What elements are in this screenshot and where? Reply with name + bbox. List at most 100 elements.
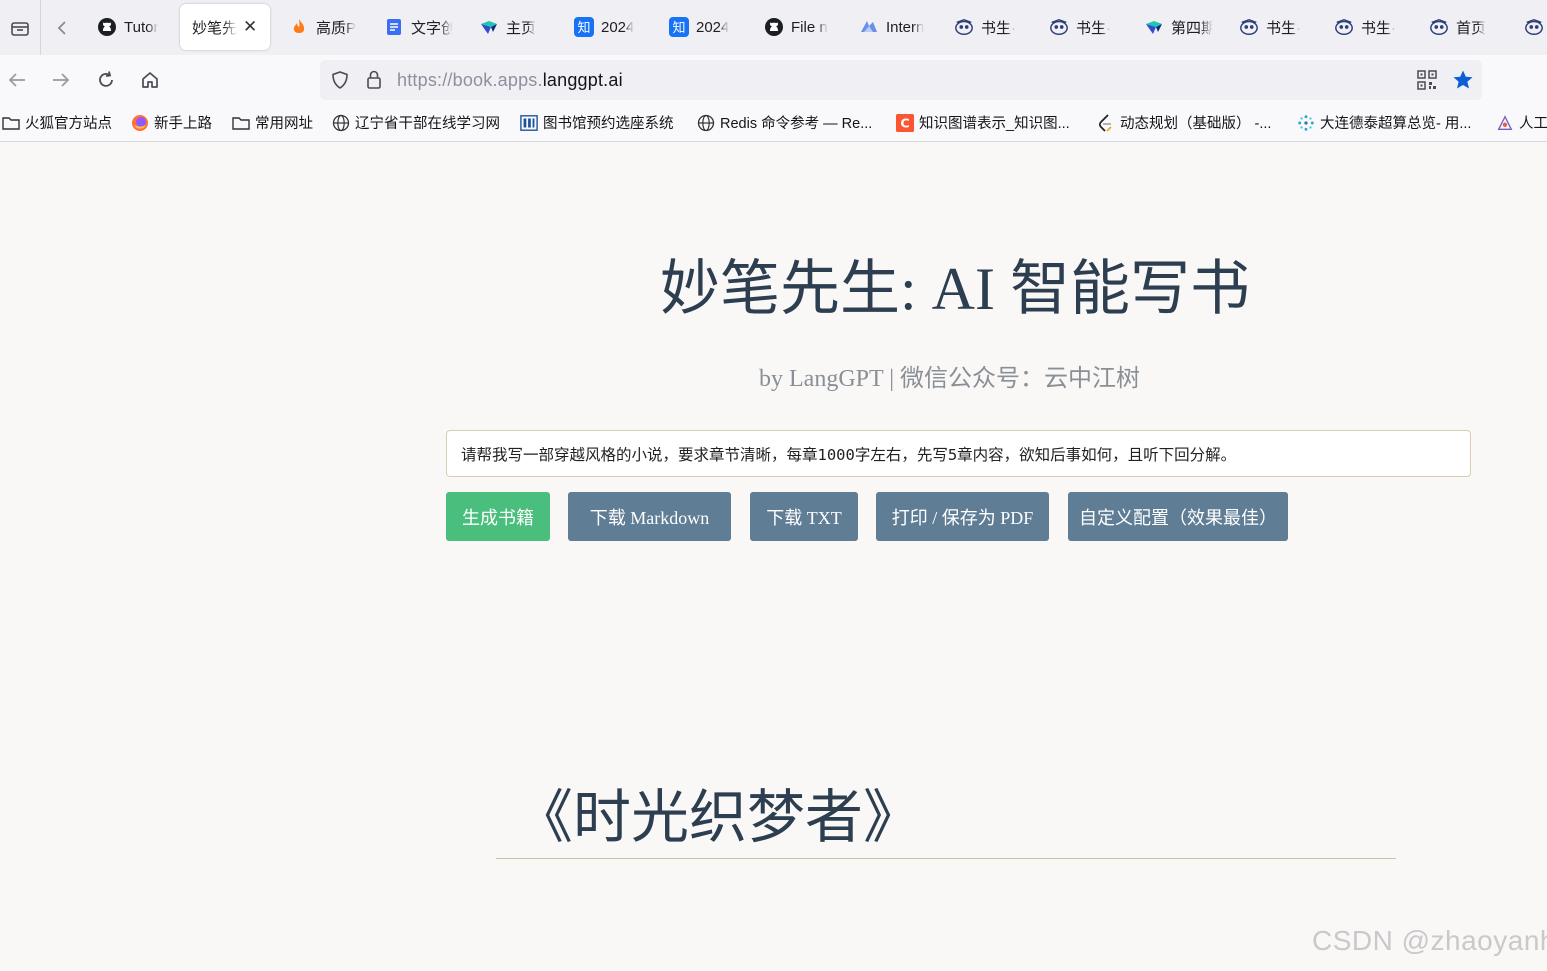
bookmark-knowledge-graph[interactable]: C 知识图谱表示_知识图...	[896, 112, 1070, 133]
svg-text:知: 知	[577, 20, 590, 36]
leetcode-icon	[1097, 113, 1115, 132]
bookmark-common-sites[interactable]: 常用网址	[232, 112, 313, 133]
doc-icon	[384, 17, 404, 37]
tab-miaobi-active[interactable]: 妙笔先 ✕	[180, 4, 270, 50]
github-icon	[97, 17, 117, 37]
url-text[interactable]: https://book.apps.langgpt.ai	[397, 70, 623, 91]
page-title: 妙笔先生: AI 智能写书	[660, 256, 1250, 322]
arrow-left-icon	[8, 73, 25, 87]
firefox-icon	[131, 114, 149, 132]
download-markdown-button[interactable]: 下载 Markdown	[568, 492, 731, 541]
download-txt-button[interactable]: 下载 TXT	[750, 492, 858, 541]
close-tab-icon[interactable]: ✕	[243, 17, 257, 37]
csdn-icon: C	[896, 113, 914, 132]
arrow-right-icon	[53, 73, 70, 87]
prompt-input[interactable]: 请帮我写一部穿越风格的小说，要求章节清晰，每章1000字左右，先写5章内容，欲知…	[446, 430, 1471, 477]
globe-icon	[332, 114, 350, 132]
library-icon	[520, 114, 538, 132]
book-title: 《时光织梦者》	[515, 785, 922, 850]
owl-icon	[1049, 17, 1069, 37]
tab-label: 主页	[506, 19, 537, 37]
tab-label: 首页	[1456, 19, 1487, 37]
zhihu-icon: 知	[669, 17, 689, 37]
reload-button[interactable]	[91, 65, 121, 95]
tab-label: 书生·	[1361, 19, 1396, 37]
home-button[interactable]	[135, 65, 165, 95]
github-icon	[764, 17, 784, 37]
tab-scroll-left-button[interactable]	[44, 0, 80, 55]
tab-label: 书生·	[981, 19, 1016, 37]
dots-icon	[1297, 114, 1315, 132]
tab-label: 妙笔先	[192, 19, 238, 37]
bookmark-label: 大连德泰超算总览- 用...	[1320, 116, 1472, 132]
tab-label: 2024	[696, 18, 730, 36]
tab-list-icon	[11, 21, 29, 36]
bookmark-dalian-supercomputing[interactable]: 大连德泰超算总览- 用...	[1297, 112, 1471, 133]
bookmark-ai[interactable]: 人工	[1496, 112, 1547, 133]
tab-label: 2024	[601, 18, 635, 36]
bookmark-label: 火狐官方站点	[25, 116, 112, 132]
url-prefix: https://book.apps.	[397, 70, 543, 90]
title-divider	[496, 858, 1396, 859]
owl-icon	[1334, 17, 1354, 37]
tab-label: 第四期	[1171, 19, 1213, 37]
tab-label: Tutor	[124, 18, 159, 36]
bookmark-star-icon[interactable]	[1452, 69, 1474, 96]
qr-code-icon[interactable]	[1417, 70, 1437, 95]
bookmark-getting-started[interactable]: 新手上路	[131, 112, 212, 133]
tab-strip: Tutor 妙笔先 ✕ 高质P 文字创 主页 知 2024 知 2024 Fil…	[0, 0, 1547, 55]
tab-label: 高质P	[316, 19, 357, 37]
bookmark-label: 辽宁省干部在线学习网	[355, 116, 500, 132]
owl-icon	[1524, 17, 1544, 37]
home-icon	[142, 72, 158, 88]
owl-icon	[1429, 17, 1449, 37]
bird-icon	[479, 17, 499, 37]
tab-label: File n	[791, 18, 828, 36]
bookmark-label: 图书馆预约选座系统	[543, 116, 674, 132]
tab-overflow[interactable]	[1507, 4, 1547, 50]
custom-config-button[interactable]: 自定义配置（效果最佳）	[1068, 492, 1288, 541]
tracking-shield-icon[interactable]	[330, 70, 350, 95]
bookmark-label: 动态规划（基础版） -...	[1120, 116, 1272, 132]
owl-icon	[1239, 17, 1259, 37]
back-button[interactable]	[2, 65, 32, 95]
address-bar[interactable]: https://book.apps.langgpt.ai	[320, 60, 1482, 100]
bookmark-firefox-site[interactable]: 火狐官方站点	[2, 112, 112, 133]
bookmark-label: 人工	[1519, 116, 1547, 132]
bookmark-label: Redis 命令参考 — Re...	[720, 116, 873, 132]
bookmark-label: 知识图谱表示_知识图...	[919, 116, 1070, 132]
page-subtitle: by LangGPT | 微信公众号：云中江树	[759, 366, 1141, 392]
owl-icon	[954, 17, 974, 37]
intern-icon	[859, 17, 879, 37]
tab-list-button[interactable]	[0, 0, 41, 55]
zhihu-icon: 知	[574, 17, 594, 37]
tab-label: 文字创	[411, 19, 453, 37]
flame-icon	[289, 17, 309, 37]
bookmark-redis[interactable]: Redis 命令参考 — Re...	[697, 112, 872, 133]
bookmark-label: 常用网址	[255, 116, 313, 132]
bookmark-library-seat[interactable]: 图书馆预约选座系统	[520, 112, 674, 133]
bookmark-dynamic-programming[interactable]: 动态规划（基础版） -...	[1097, 112, 1271, 133]
url-domain: langgpt.ai	[542, 70, 623, 90]
folder-icon	[232, 114, 250, 132]
lock-icon[interactable]	[365, 69, 383, 96]
tab-label: 书生·	[1076, 19, 1111, 37]
forward-button[interactable]	[46, 65, 76, 95]
ai-icon	[1496, 114, 1514, 132]
globe-icon	[697, 114, 715, 132]
tab-label: 书生·	[1266, 19, 1301, 37]
svg-text:C: C	[900, 115, 909, 130]
chevron-left-icon	[57, 20, 66, 35]
bookmark-label: 新手上路	[154, 116, 212, 132]
folder-icon	[2, 114, 20, 132]
navigation-toolbar: https://book.apps.langgpt.ai	[0, 55, 1547, 105]
watermark: CSDN @zhaoyanh	[1312, 925, 1547, 956]
bookmarks-toolbar: 火狐官方站点 新手上路 常用网址 辽宁省干部在线学习网 图书馆预约选座系统 Re…	[0, 105, 1547, 142]
bookmark-liaoning-study[interactable]: 辽宁省干部在线学习网	[332, 112, 500, 133]
print-pdf-button[interactable]: 打印 / 保存为 PDF	[876, 492, 1049, 541]
generate-book-button[interactable]: 生成书籍	[446, 492, 550, 541]
svg-text:知: 知	[672, 20, 685, 36]
bird-icon	[1144, 17, 1164, 37]
tab-tutor[interactable]: Tutor	[80, 4, 192, 50]
tab-label: Intern	[886, 18, 925, 36]
